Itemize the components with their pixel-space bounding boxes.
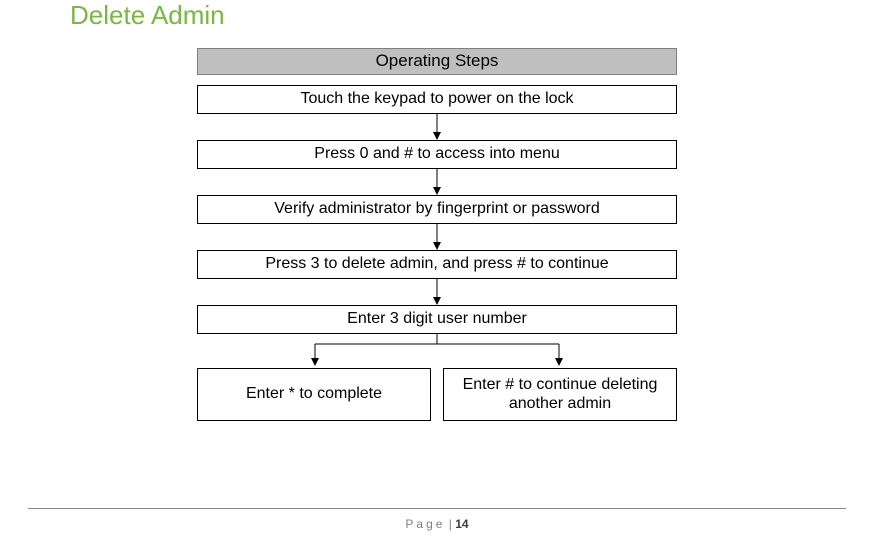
step-1: Touch the keypad to power on the lock bbox=[197, 85, 677, 114]
flow-diagram: Operating Steps Touch the keypad to powe… bbox=[197, 48, 677, 421]
arrow-down-icon bbox=[197, 224, 677, 250]
arrow-split-icon bbox=[197, 334, 677, 368]
footer-page-number: 14 bbox=[455, 517, 468, 531]
step-3: Verify administrator by fingerprint or p… bbox=[197, 195, 677, 224]
arrow-down-icon bbox=[197, 169, 677, 195]
step-4: Press 3 to delete admin, and press # to … bbox=[197, 250, 677, 279]
page-title: Delete Admin bbox=[70, 0, 225, 31]
footer-divider bbox=[28, 508, 846, 509]
step-5: Enter 3 digit user number bbox=[197, 305, 677, 334]
step-right: Enter # to continue deleting another adm… bbox=[443, 368, 677, 421]
footer-label: Page bbox=[405, 517, 445, 531]
step-2: Press 0 and # to access into menu bbox=[197, 140, 677, 169]
footer-sep: | bbox=[445, 517, 455, 531]
step-left: Enter * to complete bbox=[197, 368, 431, 421]
arrow-down-icon bbox=[197, 114, 677, 140]
arrow-down-icon bbox=[197, 279, 677, 305]
flow-header: Operating Steps bbox=[197, 48, 677, 75]
page-footer: Page | 14 bbox=[0, 517, 874, 531]
